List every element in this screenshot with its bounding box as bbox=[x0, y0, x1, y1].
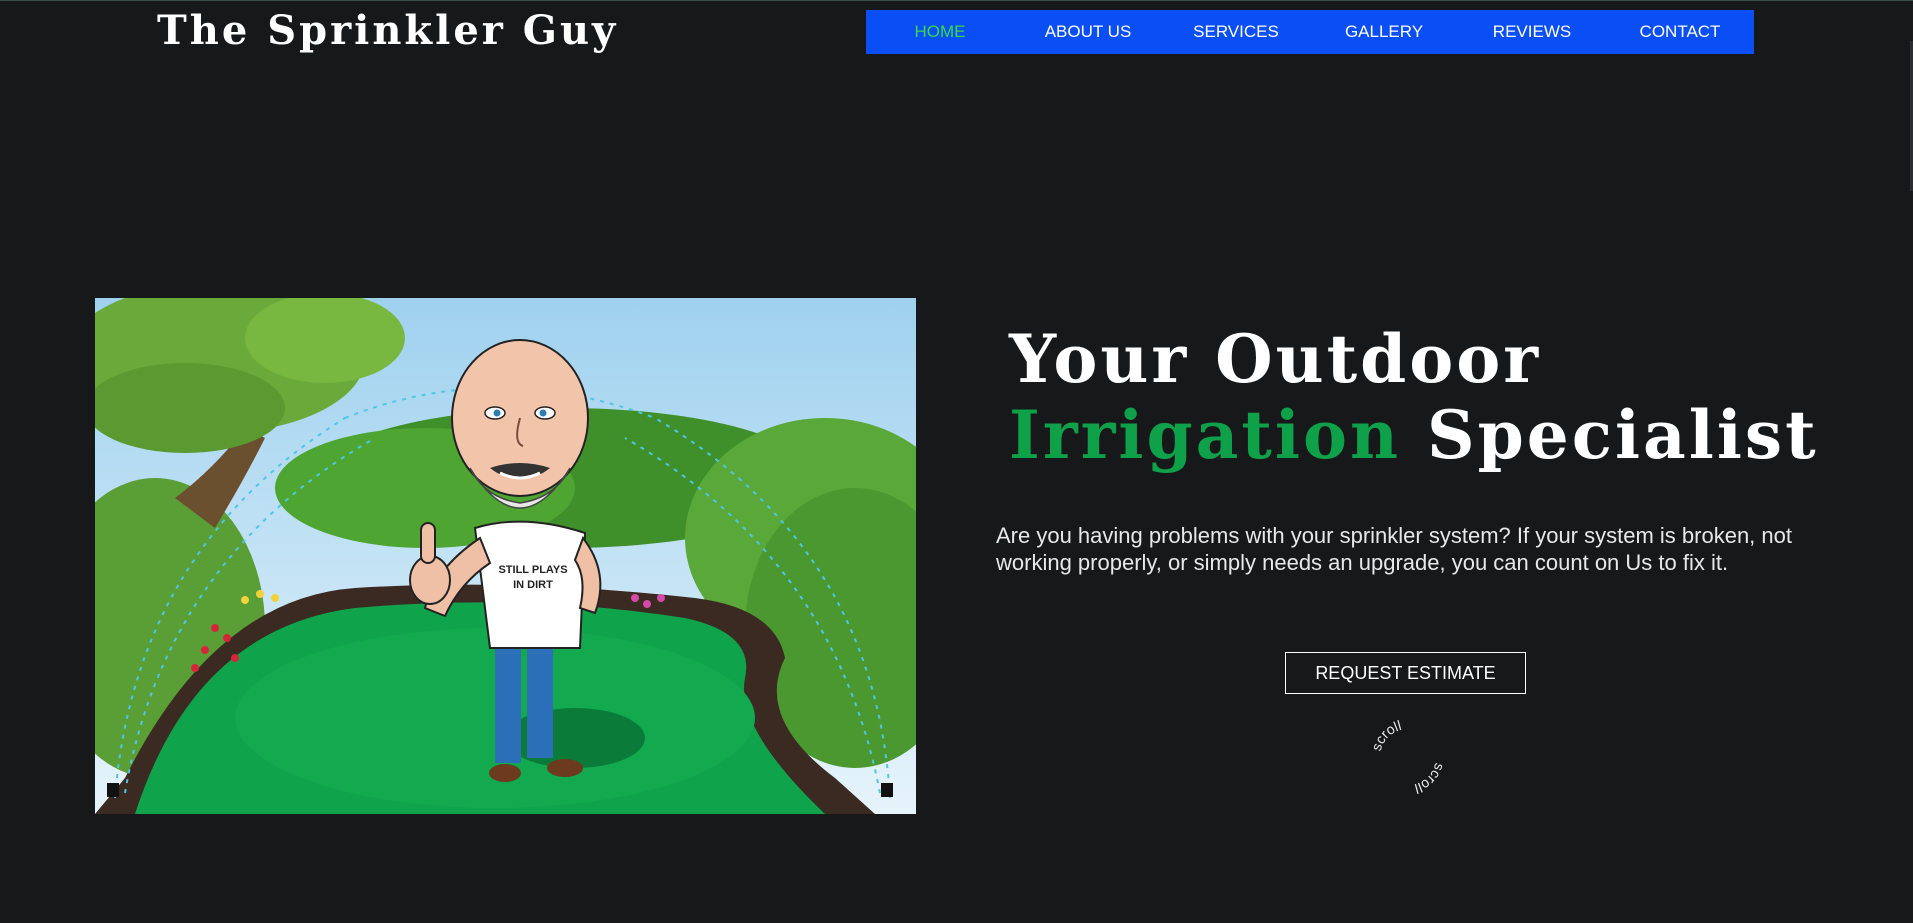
shirt-text-line2: IN DIRT bbox=[513, 579, 553, 591]
nav-services[interactable]: SERVICES bbox=[1162, 22, 1310, 42]
hero-cartoon-image: STILL PLAYS IN DIRT bbox=[95, 298, 916, 814]
headline-green-word: Irrigation bbox=[1009, 396, 1401, 474]
nav-about-us[interactable]: ABOUT US bbox=[1014, 22, 1162, 42]
nav-gallery[interactable]: GALLERY bbox=[1310, 22, 1458, 42]
main-nav: HOME ABOUT US SERVICES GALLERY REVIEWS C… bbox=[866, 10, 1754, 54]
request-estimate-button[interactable]: REQUEST ESTIMATE bbox=[1285, 652, 1526, 694]
scroll-ring-text-1: scroll bbox=[1368, 717, 1403, 753]
scroll-indicator[interactable]: scroll scroll bbox=[1366, 715, 1450, 799]
scroll-ring-icon: scroll scroll bbox=[1368, 717, 1448, 797]
page: The Sprinkler Guy HOME ABOUT US SERVICES… bbox=[0, 0, 1913, 923]
nav-home[interactable]: HOME bbox=[866, 22, 1014, 42]
site-title[interactable]: The Sprinkler Guy bbox=[157, 7, 618, 54]
sprinkler-guy-illustration: STILL PLAYS IN DIRT bbox=[95, 298, 916, 814]
shirt-text-line1: STILL PLAYS bbox=[498, 564, 567, 576]
hero-headline: Your Outdoor Irrigation Specialist bbox=[1009, 321, 1819, 473]
headline-rest: Specialist bbox=[1426, 396, 1819, 474]
hero-intro-text: Are you having problems with your sprink… bbox=[996, 523, 1792, 575]
nav-contact[interactable]: CONTACT bbox=[1606, 22, 1754, 42]
nav-reviews[interactable]: REVIEWS bbox=[1458, 22, 1606, 42]
scroll-ring-text-2: scroll bbox=[1413, 761, 1448, 797]
headline-line1: Your Outdoor bbox=[1009, 320, 1542, 398]
